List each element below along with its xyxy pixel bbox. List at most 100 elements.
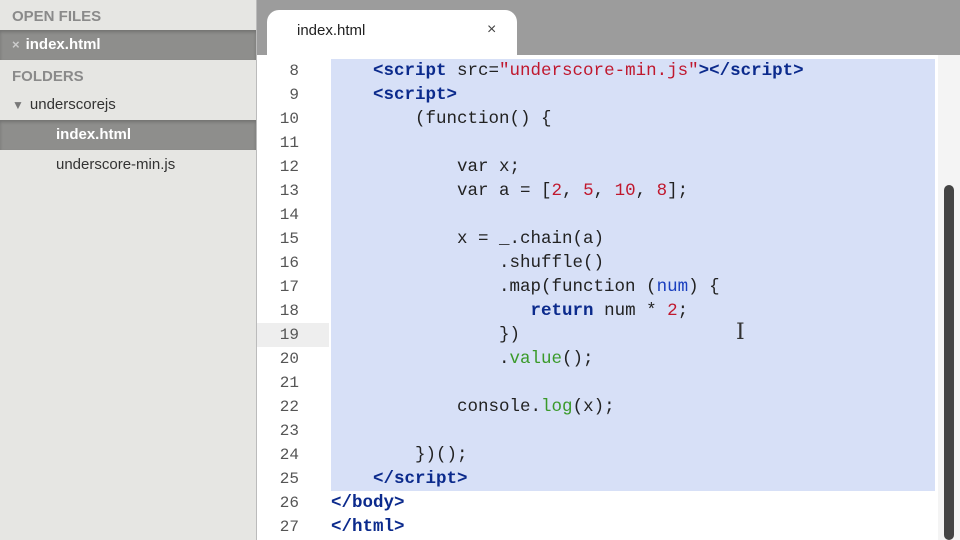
code-token: }) — [331, 325, 521, 345]
vertical-scrollbar[interactable] — [938, 55, 960, 540]
code-token: (x); — [572, 397, 615, 417]
line-number: 26 — [279, 494, 299, 512]
folders-heading: FOLDERS — [12, 68, 84, 85]
code-line[interactable]: </script>​ — [331, 467, 935, 491]
close-icon[interactable]: × — [487, 21, 496, 39]
code-token: <script> — [373, 85, 458, 105]
code-token: ; — [677, 301, 689, 321]
tab-label: index.html — [297, 22, 366, 39]
code-area[interactable]: <script src="underscore-min.js"></script… — [331, 59, 935, 539]
disclosure-triangle-icon[interactable]: ▼ — [12, 98, 24, 112]
code-token: 2 — [667, 301, 678, 321]
folder-underscorejs[interactable]: ▼ underscorejs — [0, 90, 256, 120]
code-line[interactable]: x = _.chain(a)​ — [331, 227, 935, 251]
code-token: })(); — [331, 445, 468, 465]
line-number: 27 — [279, 518, 299, 536]
code-token: 2 — [551, 181, 563, 201]
code-token: ) { — [688, 277, 720, 297]
code-token: </html> — [331, 517, 405, 537]
code-token: .map(function ( — [331, 277, 657, 297]
code-line[interactable]: var a = [2, 5, 10, 8];​ — [331, 179, 935, 203]
code-line[interactable]: .value();​ — [331, 347, 935, 371]
line-number: 13 — [279, 182, 299, 200]
code-line[interactable]: .shuffle()​ — [331, 251, 935, 275]
line-number: 9 — [289, 86, 299, 104]
code-token: (); — [562, 349, 594, 369]
code-line[interactable]: ​ — [331, 131, 935, 155]
code-token: x = _.chain(a) — [331, 229, 605, 249]
code-token: src= — [457, 61, 500, 81]
code-line[interactable]: ​ — [331, 203, 935, 227]
code-token: console. — [331, 397, 542, 417]
line-number: 21 — [279, 374, 299, 392]
line-number-gutter: 8 9 10 11 12 13 14 15 16 17 18 19 20 21 22 23 24 25 26 27 — [257, 59, 329, 539]
code-line[interactable]: </html>​ — [331, 515, 935, 539]
open-file-index-html[interactable]: × index.html — [0, 30, 256, 60]
line-number: 20 — [279, 350, 299, 368]
file-index-html[interactable]: index.html — [0, 120, 256, 150]
code-token: , — [593, 181, 615, 201]
code-line[interactable]: })();​ — [331, 443, 935, 467]
code-token: </script> — [373, 469, 468, 489]
code-token: <script — [373, 61, 458, 81]
code-editor[interactable]: 8 9 10 11 12 13 14 15 16 17 18 19 20 21 22 23 24 25 26 27 <… — [257, 55, 960, 540]
code-line[interactable]: .map(function (num) {​ — [331, 275, 935, 299]
code-token: "underscore-min.js" — [499, 61, 699, 81]
code-token: var a = [ — [331, 181, 552, 201]
line-number: 25 — [279, 470, 299, 488]
line-number: 18 — [279, 302, 299, 320]
line-number: 23 — [279, 422, 299, 440]
code-line[interactable]: ​ — [331, 371, 935, 395]
close-icon[interactable]: × — [12, 37, 20, 52]
scrollbar-thumb[interactable] — [944, 185, 954, 540]
code-token: log — [541, 397, 573, 417]
code-token: ]; — [667, 181, 689, 201]
code-token: 8 — [656, 181, 668, 201]
code-line[interactable]: })​ — [331, 323, 935, 347]
file-underscore-min-js[interactable]: underscore-min.js — [0, 150, 256, 180]
code-token: num — [656, 277, 689, 297]
tab-bar: index.html × — [257, 0, 960, 55]
line-number: 24 — [279, 446, 299, 464]
code-line[interactable]: (function() {​ — [331, 107, 935, 131]
code-line[interactable]: ​ — [331, 419, 935, 443]
open-file-label: index.html — [25, 36, 101, 53]
code-token: var x; — [331, 157, 521, 177]
code-line[interactable]: </body>​ — [331, 491, 935, 515]
code-line[interactable]: var x;​ — [331, 155, 935, 179]
code-token: .shuffle() — [331, 253, 605, 273]
line-number: 16 — [279, 254, 299, 272]
line-number: 11 — [279, 134, 299, 152]
code-line[interactable]: <script src="underscore-min.js"></script… — [331, 59, 935, 83]
text-cursor-icon: I — [736, 320, 745, 345]
code-token: </body> — [331, 493, 405, 513]
folder-label: underscorejs — [29, 96, 116, 113]
line-number: 19 — [257, 323, 329, 347]
code-token: , — [562, 181, 584, 201]
sidebar: OPEN FILES × index.html FOLDERS ▼ undersco… — [0, 0, 257, 540]
code-token: return — [530, 301, 594, 321]
code-line[interactable]: console.log(x);​ — [331, 395, 935, 419]
line-number: 8 — [289, 62, 299, 80]
line-number: 10 — [279, 110, 299, 128]
code-token: , — [635, 181, 657, 201]
code-token: . — [331, 349, 510, 369]
code-line[interactable]: <script>​ — [331, 83, 935, 107]
line-number: 17 — [279, 278, 299, 296]
code-line[interactable]: return num * 2;​ — [331, 299, 935, 323]
code-token: num * — [593, 301, 668, 321]
code-token: ></script> — [698, 61, 804, 81]
line-number: 14 — [279, 206, 299, 224]
code-token: value — [509, 349, 563, 369]
line-number: 22 — [279, 398, 299, 416]
code-token: (function() { — [331, 109, 552, 129]
line-number: 12 — [279, 158, 299, 176]
tab-index-html[interactable]: index.html × — [267, 10, 517, 55]
code-token: 10 — [614, 181, 636, 201]
code-token: 5 — [583, 181, 594, 201]
open-files-heading: OPEN FILES — [12, 8, 102, 25]
